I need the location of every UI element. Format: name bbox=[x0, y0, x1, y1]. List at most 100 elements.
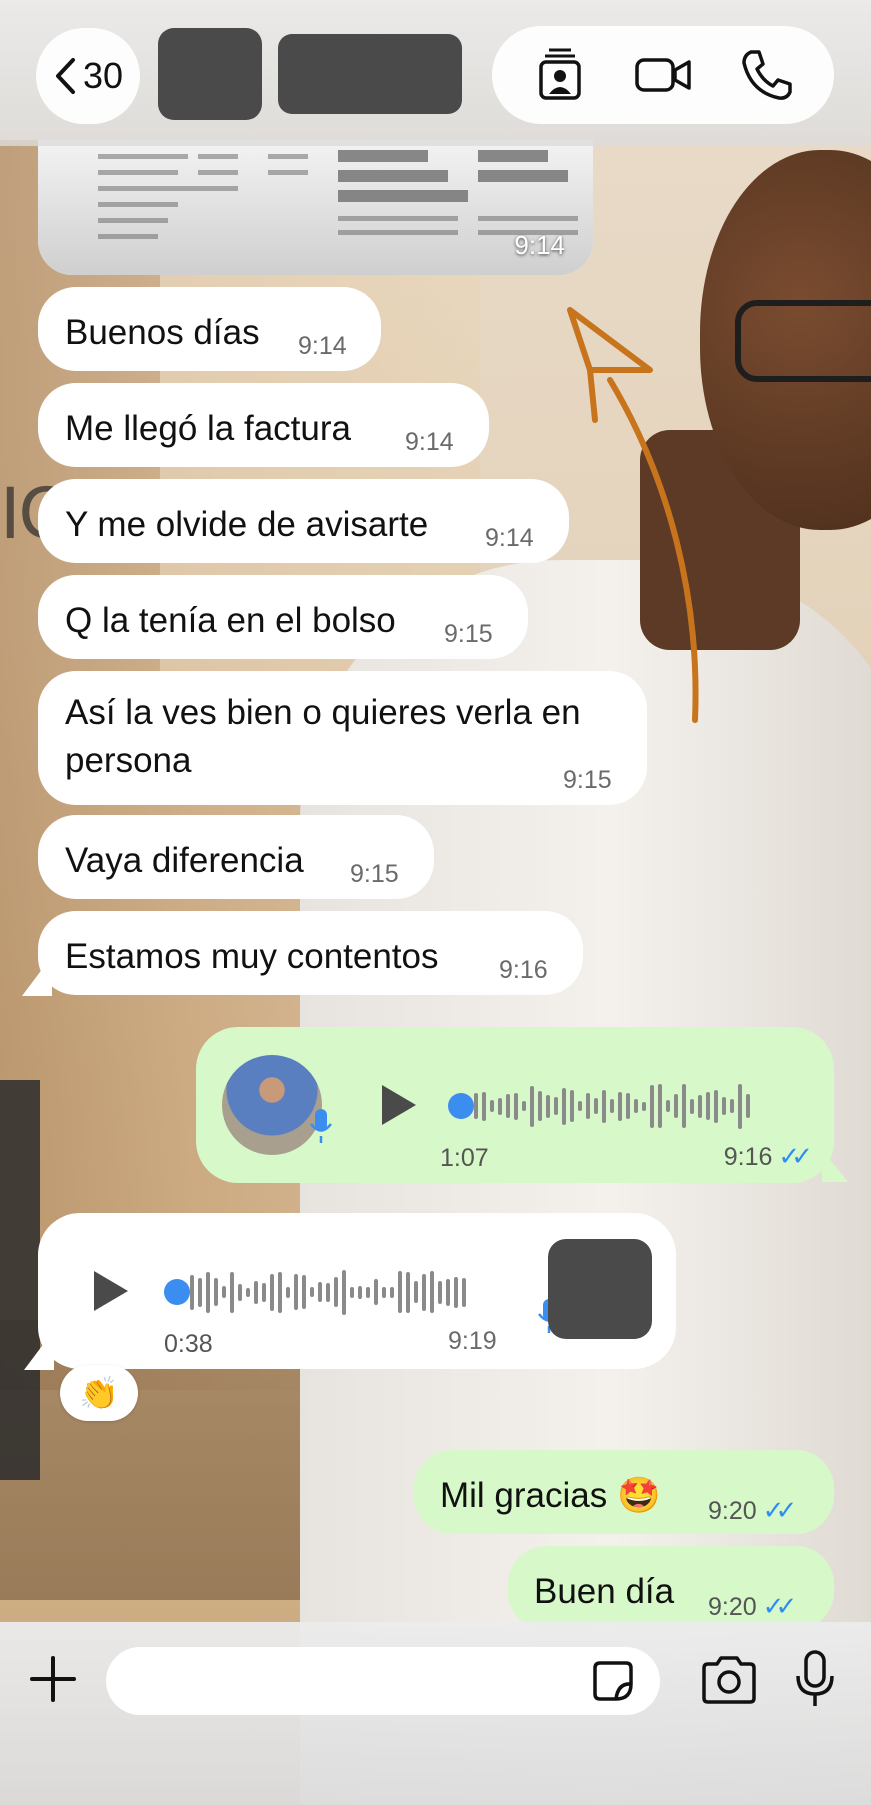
waveform-bar bbox=[294, 1274, 298, 1310]
message-text-content: Mil gracias bbox=[440, 1476, 608, 1515]
contact-name[interactable] bbox=[278, 34, 462, 114]
waveform[interactable] bbox=[190, 1267, 466, 1317]
waveform-bar bbox=[514, 1092, 518, 1120]
waveform-bar bbox=[334, 1277, 338, 1307]
incoming-message[interactable]: Q la tenía en el bolso 9:15 bbox=[38, 575, 528, 659]
camera-icon[interactable] bbox=[700, 1654, 758, 1706]
image-message[interactable]: 9:14 bbox=[38, 140, 593, 275]
invoice-image bbox=[38, 140, 593, 275]
avatar bbox=[222, 1055, 322, 1155]
waveform-bar bbox=[522, 1101, 526, 1111]
waveform-bar bbox=[374, 1279, 378, 1305]
waveform-bar bbox=[422, 1273, 426, 1311]
waveform-bar bbox=[246, 1287, 250, 1297]
playback-position-dot[interactable] bbox=[448, 1093, 474, 1119]
message-input[interactable] bbox=[106, 1647, 660, 1715]
message-time: 9:15 bbox=[563, 766, 612, 794]
waveform-bar bbox=[438, 1280, 442, 1304]
message-text: Buenos días bbox=[65, 313, 260, 352]
waveform-bar bbox=[690, 1098, 694, 1114]
waveform-bar bbox=[366, 1286, 370, 1298]
waveform-bar bbox=[746, 1094, 750, 1118]
waveform-bar bbox=[318, 1282, 322, 1302]
outgoing-message[interactable]: Buen día 9:20 ✓✓ bbox=[508, 1546, 834, 1630]
back-button[interactable]: 30 bbox=[36, 28, 140, 124]
waveform-bar bbox=[498, 1097, 502, 1115]
waveform-bar bbox=[302, 1275, 306, 1309]
incoming-message[interactable]: Así la ves bien o quieres verla en perso… bbox=[38, 671, 647, 805]
contact-card-icon[interactable] bbox=[531, 46, 589, 104]
message-time: 9:20 ✓✓ bbox=[708, 1591, 797, 1622]
outgoing-message[interactable]: Mil gracias 🤩 9:20 ✓✓ bbox=[414, 1450, 834, 1534]
waveform-bar bbox=[474, 1093, 478, 1119]
waveform-bar bbox=[214, 1278, 218, 1306]
waveform-bar bbox=[722, 1097, 726, 1115]
message-time: 9:15 bbox=[444, 620, 493, 648]
incoming-message[interactable]: Vaya diferencia 9:15 bbox=[38, 815, 434, 899]
waveform[interactable] bbox=[474, 1081, 750, 1131]
waveform-bar bbox=[206, 1271, 210, 1313]
incoming-message[interactable]: Me llegó la factura 9:14 bbox=[38, 383, 489, 467]
waveform-bar bbox=[562, 1087, 566, 1125]
outgoing-voice-message[interactable]: 1:07 9:16 ✓✓ bbox=[196, 1027, 834, 1183]
message-time: 9:16 ✓✓ bbox=[724, 1141, 813, 1172]
waveform-bar bbox=[618, 1091, 622, 1121]
waveform-bar bbox=[238, 1283, 242, 1301]
microphone-icon[interactable] bbox=[795, 1650, 835, 1710]
waveform-bar bbox=[482, 1091, 486, 1121]
incoming-message[interactable]: Buenos días 9:14 bbox=[38, 287, 381, 371]
star-struck-emoji: 🤩 bbox=[617, 1476, 661, 1515]
message-time-text: 9:20 bbox=[708, 1497, 757, 1525]
playback-position-dot[interactable] bbox=[164, 1279, 190, 1305]
waveform-bar bbox=[254, 1280, 258, 1304]
chevron-left-icon bbox=[55, 58, 75, 94]
message-time-text: 9:20 bbox=[708, 1593, 757, 1621]
waveform-bar bbox=[430, 1271, 434, 1313]
waveform-bar bbox=[414, 1281, 418, 1303]
wallpaper-arrow-drawing bbox=[567, 307, 699, 723]
composer-bar bbox=[0, 1622, 871, 1805]
waveform-bar bbox=[738, 1083, 742, 1129]
wallpaper-laptop bbox=[0, 1080, 40, 1480]
waveform-bar bbox=[490, 1100, 494, 1112]
message-text: Y me olvide de avisarte bbox=[65, 505, 429, 544]
message-text: Mil gracias 🤩 bbox=[440, 1472, 661, 1520]
incoming-voice-message[interactable]: 0:38 9:19 bbox=[38, 1213, 676, 1369]
play-icon[interactable] bbox=[94, 1271, 128, 1311]
waveform-bar bbox=[554, 1097, 558, 1115]
phone-icon[interactable] bbox=[737, 46, 795, 104]
message-time: 9:14 bbox=[298, 332, 347, 360]
incoming-message[interactable]: Y me olvide de avisarte 9:14 bbox=[38, 479, 569, 563]
message-time: 9:16 bbox=[499, 956, 548, 984]
waveform-bar bbox=[666, 1100, 670, 1112]
message-text: Estamos muy contentos bbox=[65, 937, 439, 976]
avatar bbox=[548, 1239, 652, 1339]
waveform-bar bbox=[230, 1271, 234, 1313]
voice-duration: 1:07 bbox=[440, 1144, 489, 1172]
play-icon[interactable] bbox=[382, 1085, 416, 1125]
unread-count: 30 bbox=[82, 55, 124, 96]
message-time: 9:15 bbox=[350, 860, 399, 888]
waveform-bar bbox=[578, 1101, 582, 1111]
waveform-bar bbox=[390, 1286, 394, 1298]
sticker-icon[interactable] bbox=[592, 1660, 634, 1702]
waveform-bar bbox=[634, 1099, 638, 1113]
message-time: 9:14 bbox=[405, 428, 454, 456]
incoming-message[interactable]: Estamos muy contentos 9:16 bbox=[38, 911, 583, 995]
waveform-bar bbox=[262, 1282, 266, 1302]
message-time: 9:14 bbox=[485, 524, 534, 552]
waveform-bar bbox=[278, 1271, 282, 1313]
waveform-bar bbox=[674, 1094, 678, 1118]
message-text-line1: Así la ves bien o quieres verla en bbox=[65, 693, 581, 732]
reaction-badge[interactable]: 👏 bbox=[60, 1365, 138, 1421]
waveform-bar bbox=[398, 1271, 402, 1313]
waveform-bar bbox=[698, 1094, 702, 1118]
message-text: Buen día bbox=[534, 1572, 675, 1611]
waveform-bar bbox=[586, 1093, 590, 1119]
plus-icon[interactable] bbox=[28, 1654, 78, 1704]
contact-avatar[interactable] bbox=[158, 28, 262, 120]
waveform-bar bbox=[326, 1282, 330, 1302]
waveform-bar bbox=[506, 1094, 510, 1118]
waveform-bar bbox=[406, 1271, 410, 1313]
video-camera-icon[interactable] bbox=[634, 46, 692, 104]
